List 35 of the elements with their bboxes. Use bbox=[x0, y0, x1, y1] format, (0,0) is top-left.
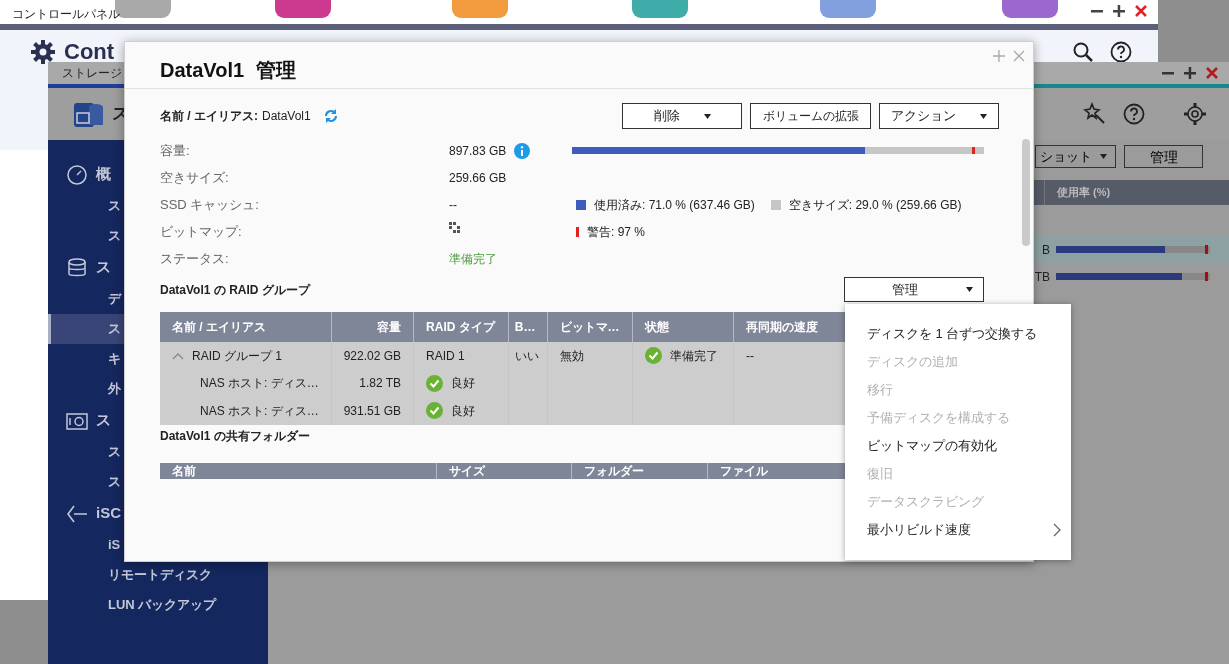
table-cell-text: RAID グループ 1 bbox=[192, 347, 282, 365]
warning-label: 警告: 97 % bbox=[587, 223, 646, 241]
table-cell-text: 良好 bbox=[451, 375, 476, 393]
window-title: コントロールパネル bbox=[12, 6, 120, 23]
field-value: -- bbox=[449, 196, 457, 214]
table-cell: TB bbox=[1034, 269, 1050, 284]
table-cell-text: 931.51 GB bbox=[343, 402, 402, 420]
dialog-title: DataVol1 管理 bbox=[160, 58, 297, 83]
table-cell-text: 無効 bbox=[559, 347, 584, 365]
table-cell-text: RAID 1 bbox=[426, 347, 465, 365]
field-label: ビットマップ: bbox=[160, 222, 242, 241]
table-cell-text: 1.82 TB bbox=[359, 375, 402, 393]
field-label: SSD キャッシュ: bbox=[160, 195, 259, 214]
field-label: 空きサイズ: bbox=[160, 168, 229, 187]
field-value: 897.83 GB bbox=[449, 142, 507, 160]
table-cell-text: -- bbox=[745, 347, 754, 365]
field-value: 259.66 GB bbox=[449, 169, 507, 187]
legend-label: 使用済み: 71.0 % (637.46 GB) bbox=[594, 196, 755, 214]
field-label: 名前 / エイリアス: bbox=[160, 108, 258, 125]
table-cell-text: 922.02 GB bbox=[343, 347, 402, 365]
column-header: 使用率 (%) bbox=[1057, 186, 1111, 199]
table-cell-text: NAS ホスト: ディス… bbox=[200, 375, 319, 393]
table-cell-text: NAS ホスト: ディス… bbox=[200, 402, 319, 420]
table-cell: B bbox=[1042, 242, 1050, 257]
window-title: ストレージ bbox=[62, 65, 122, 82]
table-cell-text: 準備完了 bbox=[669, 347, 718, 365]
field-label: ステータス: bbox=[160, 249, 229, 268]
section-title: DataVol1 の RAID グループ bbox=[160, 281, 310, 299]
field-label: 容量: bbox=[160, 141, 190, 160]
legend-label: 空きサイズ: 29.0 % (259.66 GB) bbox=[788, 196, 962, 214]
app-heading: Cont bbox=[64, 38, 115, 66]
field-value: DataVol1 bbox=[262, 108, 311, 125]
table-cell-text: いい bbox=[514, 347, 539, 365]
status-text: 準備完了 bbox=[449, 250, 497, 268]
table-cell-text: 良好 bbox=[451, 402, 476, 420]
